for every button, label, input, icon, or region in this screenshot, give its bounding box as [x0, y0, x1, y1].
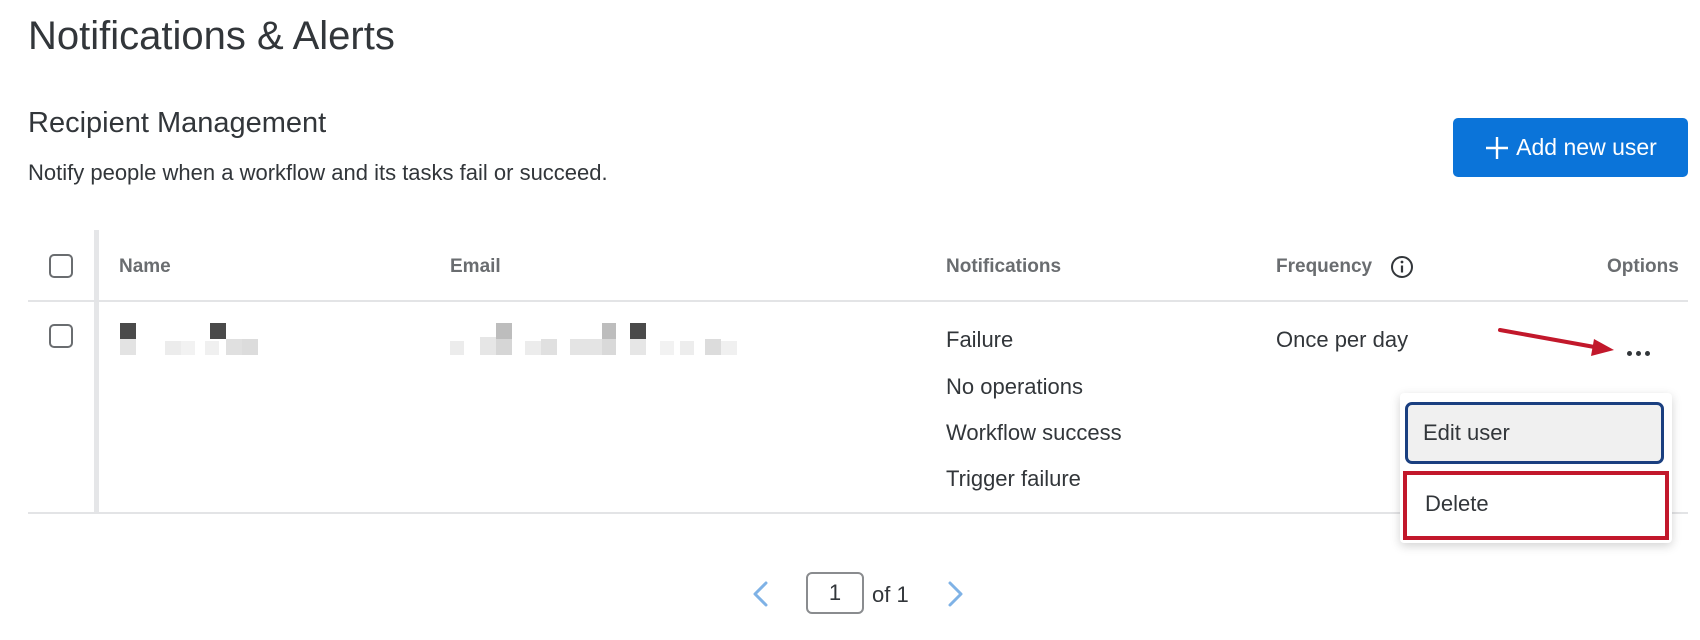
section-description: Notify people when a workflow and its ta…	[28, 160, 608, 185]
column-header-name[interactable]: Name	[119, 256, 171, 278]
section-title: Recipient Management	[28, 107, 327, 139]
edit-user-menu-item[interactable]: Edit user	[1405, 402, 1664, 464]
column-header-email[interactable]: Email	[450, 256, 501, 278]
page-number-input[interactable]	[806, 572, 864, 614]
redacted-email	[450, 323, 750, 357]
info-icon[interactable]	[1390, 255, 1414, 279]
notification-no-operations: No operations	[946, 374, 1083, 399]
add-new-user-label: Add new user	[1516, 134, 1657, 160]
column-header-options: Options	[1607, 256, 1679, 277]
chevron-right-icon[interactable]	[944, 580, 966, 608]
column-header-frequency[interactable]: Frequency	[1276, 256, 1372, 278]
more-options-icon[interactable]	[1620, 339, 1656, 367]
red-arrow-icon	[1498, 328, 1614, 356]
redacted-name	[120, 323, 280, 357]
notification-failure: Failure	[946, 327, 1014, 352]
notification-trigger-failure: Trigger failure	[946, 466, 1081, 491]
frequency-value: Once per day	[1276, 327, 1409, 352]
notification-workflow-success: Workflow success	[946, 420, 1122, 445]
row-select-checkbox[interactable]	[49, 324, 73, 348]
column-header-notifications[interactable]: Notifications	[946, 256, 1061, 278]
chevron-left-icon[interactable]	[750, 580, 772, 608]
page-count-label: of 1	[872, 582, 909, 607]
page-title: Notifications & Alerts	[28, 14, 395, 58]
add-new-user-button[interactable]: Add new user	[1453, 118, 1688, 177]
plus-icon	[1486, 136, 1509, 159]
table-header-divider	[28, 300, 1688, 302]
select-all-checkbox[interactable]	[49, 254, 73, 278]
table-column-divider	[94, 230, 99, 513]
delete-menu-item[interactable]: Delete	[1403, 471, 1669, 540]
